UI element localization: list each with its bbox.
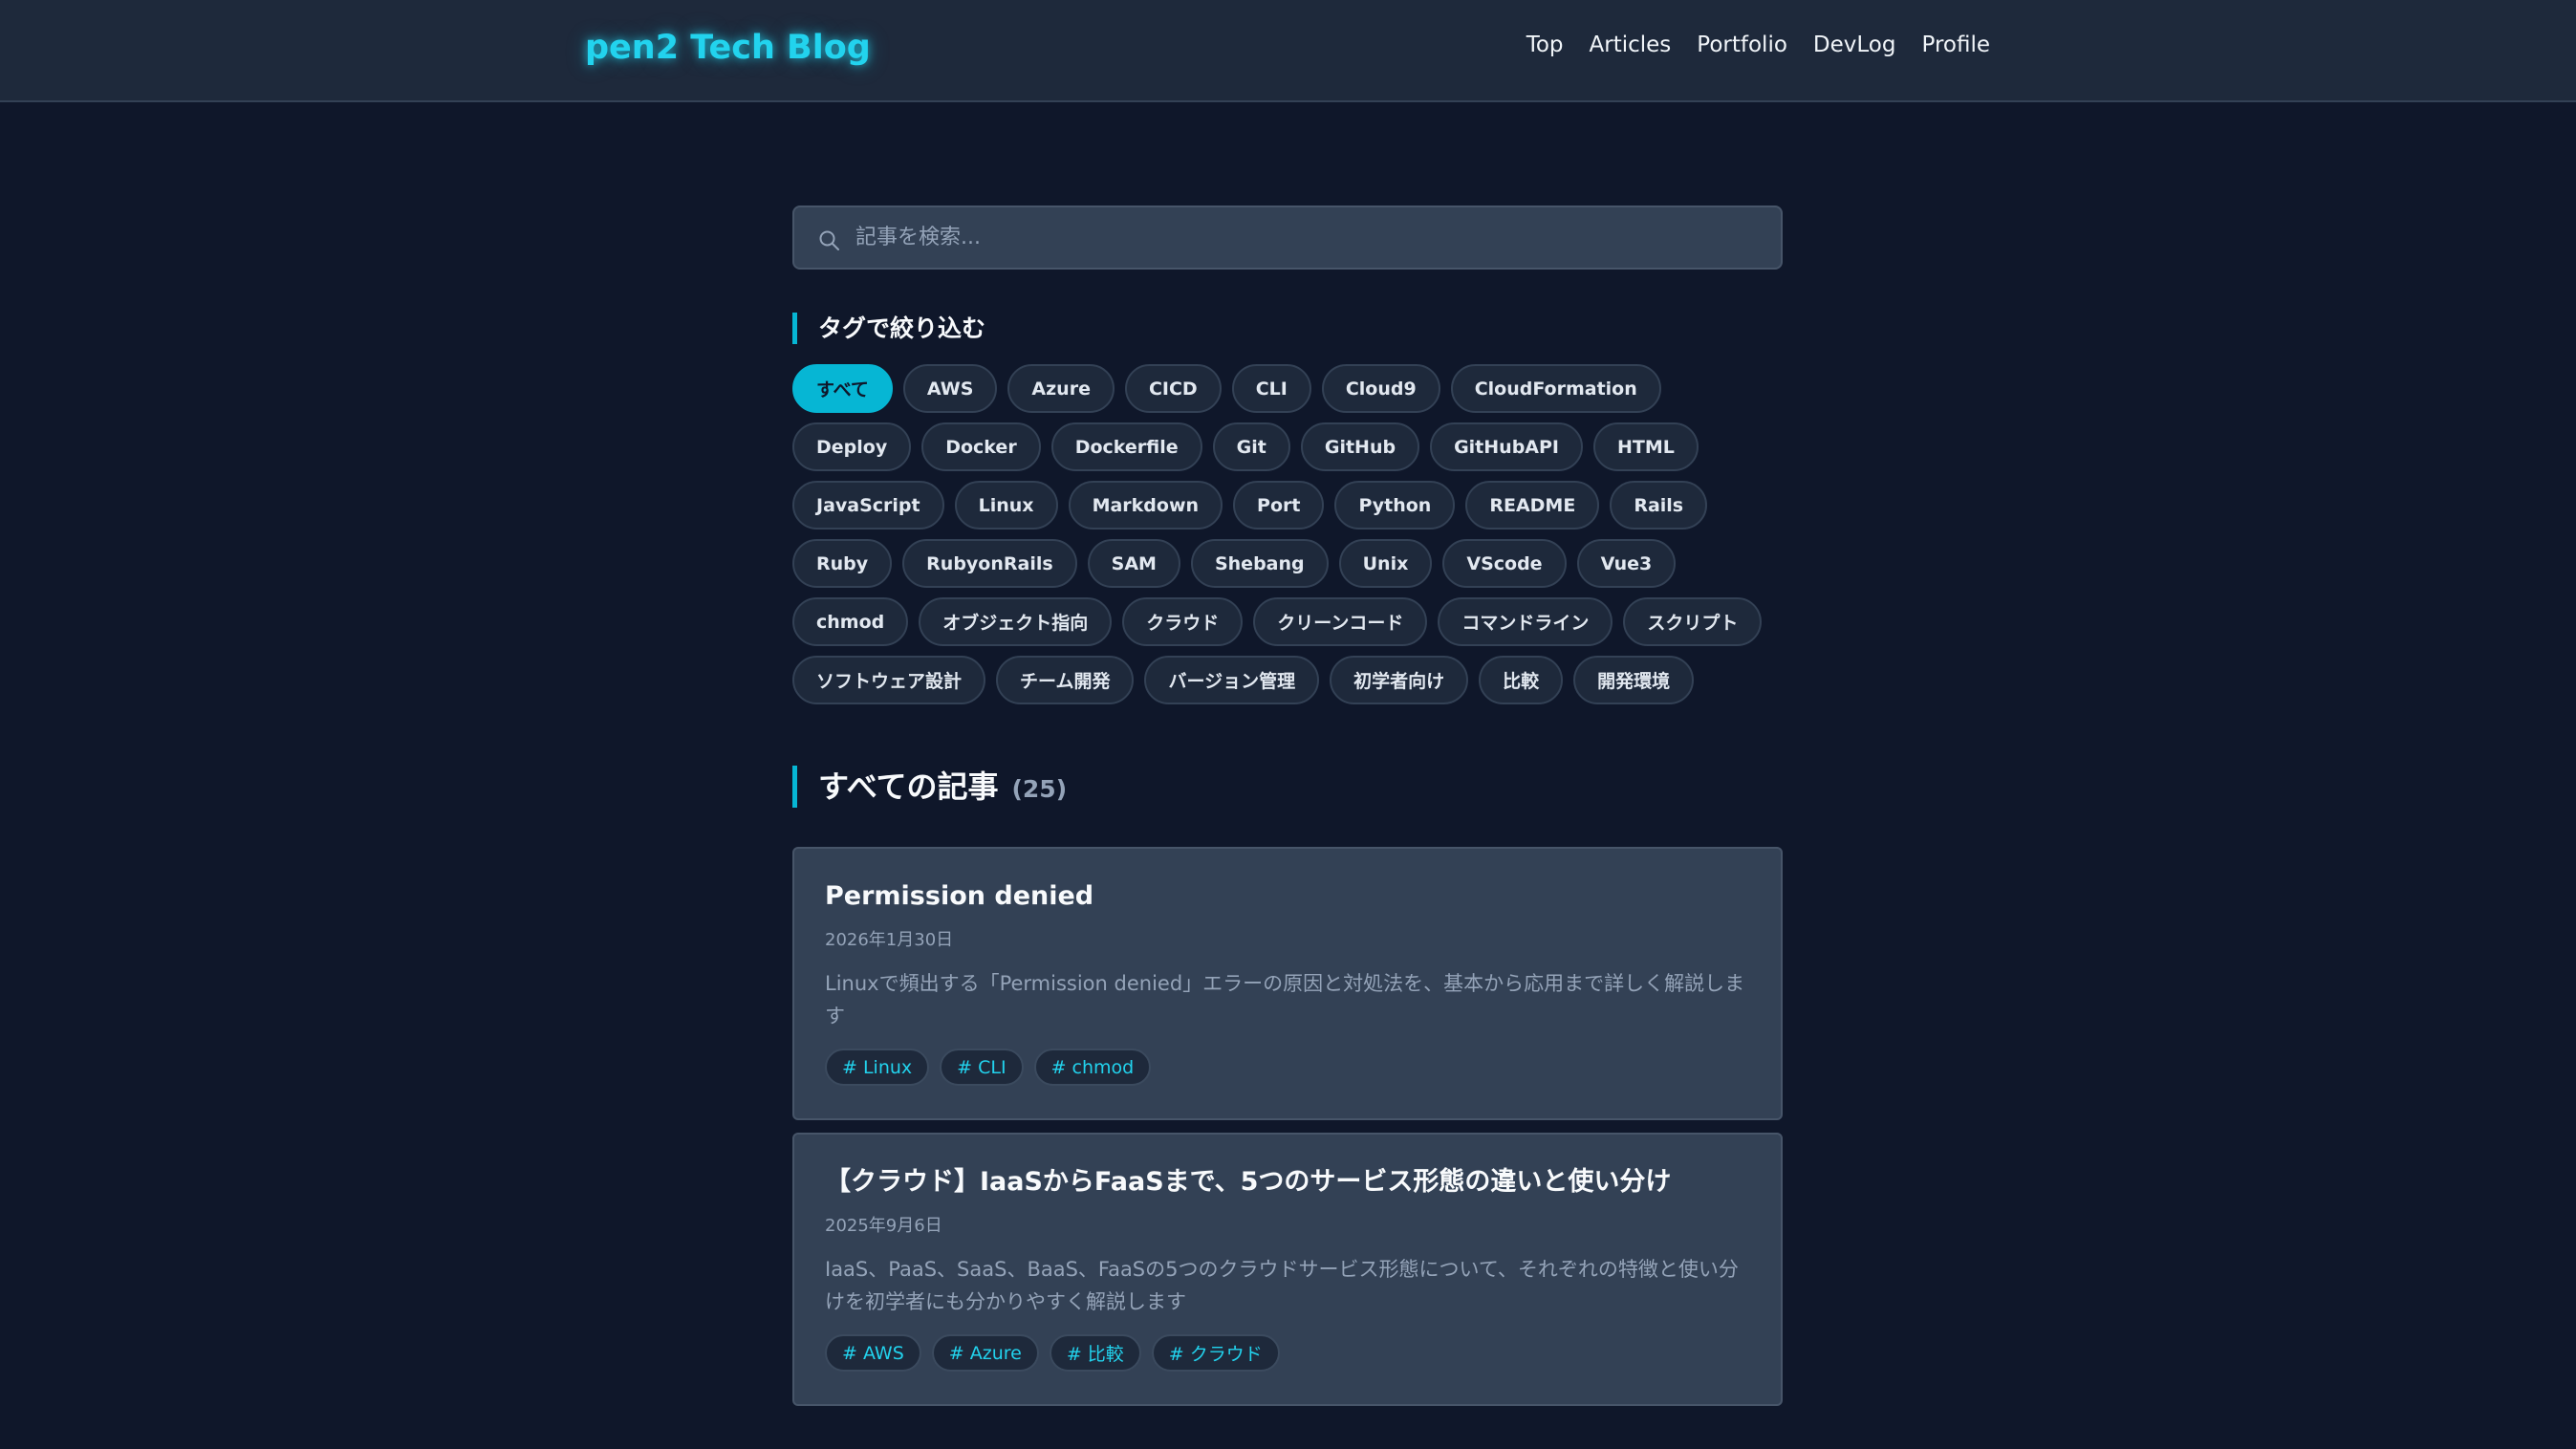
tag-filter-heading: タグで絞り込む [792, 313, 1783, 344]
tag-filter-chip[interactable]: スクリプト [1623, 597, 1763, 646]
tag-filter-chip[interactable]: Port [1233, 481, 1325, 530]
tag-filter-chip[interactable]: VScode [1442, 539, 1567, 588]
tag-filter-chip[interactable]: CICD [1124, 364, 1222, 413]
tag-filter-chip[interactable]: Ruby [792, 539, 893, 588]
article-tag[interactable]: # AWS [825, 1334, 921, 1372]
article-title[interactable]: 【クラウド】IaaSからFaaSまで、5つのサービス形態の違いと使い分け [825, 1165, 1750, 1200]
article-date: 2026年1月30日 [825, 930, 954, 950]
site-logo[interactable]: pen2 Tech Blog [585, 29, 871, 67]
article-list: Permission denied 2026年1月30日 Linuxで頻出する「Pe… [792, 847, 1783, 1406]
tag-list: すべて AWS Azure CICD CLI Cloud9 CloudFormation De… [792, 364, 1783, 704]
article-title[interactable]: Permission denied [825, 879, 1750, 914]
search-icon [819, 230, 839, 250]
nav-profile[interactable]: Profile [1921, 32, 1990, 57]
tag-filter-chip[interactable]: README [1465, 481, 1600, 530]
tag-filter-chip[interactable]: HTML [1593, 422, 1699, 471]
tag-filter-chip[interactable]: SAM [1087, 539, 1180, 588]
article-tag[interactable]: # クラウド [1151, 1334, 1280, 1372]
main-nav: Top Articles Portfolio DevLog Profile [1526, 32, 1990, 57]
search-box [792, 205, 1783, 270]
tag-filter-chip[interactable]: Unix [1338, 539, 1433, 588]
tag-filter-chip[interactable]: Python [1334, 481, 1456, 530]
tag-filter-chip[interactable]: GitHub [1300, 422, 1420, 471]
nav-devlog[interactable]: DevLog [1813, 32, 1896, 57]
tag-filter-chip[interactable]: Markdown [1068, 481, 1223, 530]
article-tag[interactable]: # Azure [931, 1334, 1039, 1372]
article-tags: # AWS # Azure # 比較 # クラウド [825, 1334, 1750, 1404]
tag-filter-chip[interactable]: Cloud9 [1321, 364, 1440, 413]
article-tag[interactable]: # Linux [825, 1049, 930, 1086]
tag-filter-chip[interactable]: バージョン管理 [1144, 656, 1320, 704]
tag-filter-chip[interactable]: Linux [954, 481, 1058, 530]
tag-filter-chip[interactable]: 開発環境 [1573, 656, 1695, 704]
tag-filter-chip[interactable]: チーム開発 [996, 656, 1135, 704]
nav-articles[interactable]: Articles [1590, 32, 1672, 57]
tag-filter-chip[interactable]: Deploy [792, 422, 912, 471]
tag-filter-chip[interactable]: ソフトウェア設計 [792, 656, 986, 704]
tag-filter-chip[interactable]: Rails [1610, 481, 1708, 530]
article-tags: # Linux # CLI # chmod [825, 1049, 1750, 1118]
articles-title: すべての記事 [818, 768, 999, 805]
article-date: 2025年9月6日 [825, 1216, 942, 1236]
tag-filter-chip[interactable]: Dockerfile [1050, 422, 1202, 471]
tag-filter-chip[interactable]: CLI [1231, 364, 1311, 413]
article-tag[interactable]: # 比較 [1049, 1334, 1141, 1372]
tag-filter-chip[interactable]: クラウド [1122, 597, 1244, 646]
tag-filter-chip[interactable]: CloudFormation [1450, 364, 1661, 413]
tag-filter-chip[interactable]: RubyonRails [902, 539, 1077, 588]
tag-filter-chip[interactable]: JavaScript [792, 481, 944, 530]
tag-filter-chip[interactable]: 初学者向け [1330, 656, 1469, 704]
article-tag[interactable]: # CLI [940, 1049, 1024, 1086]
tag-filter-chip[interactable]: 比較 [1479, 656, 1564, 704]
nav-top[interactable]: Top [1526, 32, 1564, 57]
tag-filter-chip[interactable]: コマンドライン [1438, 597, 1613, 646]
tag-filter-chip[interactable]: Shebang [1190, 539, 1329, 588]
tag-filter-chip[interactable]: クリーンコード [1253, 597, 1428, 646]
tag-filter-title: タグで絞り込む [818, 314, 986, 342]
tag-filter-chip[interactable]: Azure [1007, 364, 1115, 413]
tag-filter-chip[interactable]: chmod [792, 597, 909, 646]
search-input[interactable] [855, 207, 1764, 268]
articles-heading: すべての記事 (25) [792, 766, 1783, 808]
article-description: Linuxで頻出する「Permission denied」エラーの原因と対処法を… [825, 972, 1745, 1027]
tag-filter-all[interactable]: すべて [792, 364, 893, 413]
site-header: pen2 Tech Blog Top Articles Portfolio De… [0, 0, 2576, 102]
article-description: IaaS、PaaS、SaaS、BaaS、FaaSの5つのクラウドサービス形態につ… [825, 1258, 1739, 1313]
tag-filter-chip[interactable]: Git [1212, 422, 1290, 471]
article-tag[interactable]: # chmod [1033, 1049, 1152, 1086]
tag-filter-chip[interactable]: オブジェクト指向 [919, 597, 1113, 646]
nav-portfolio[interactable]: Portfolio [1697, 32, 1787, 57]
tag-filter-chip[interactable]: Vue3 [1576, 539, 1677, 588]
article-count: (25) [1011, 775, 1068, 803]
main-content: タグで絞り込む すべてAWSAzureCICDCLICloud9CloudFor… [792, 205, 1783, 1418]
tag-filter-chip[interactable]: GitHubAPI [1430, 422, 1583, 471]
article-card[interactable]: Permission denied 2026年1月30日 Linuxで頻出する「Pe… [792, 847, 1783, 1120]
tag-filter-chip[interactable]: Docker [921, 422, 1041, 471]
tag-filter-chip[interactable]: AWS [902, 364, 998, 413]
article-card[interactable]: 【クラウド】IaaSからFaaSまで、5つのサービス形態の違いと使い分け 2025… [792, 1133, 1783, 1406]
